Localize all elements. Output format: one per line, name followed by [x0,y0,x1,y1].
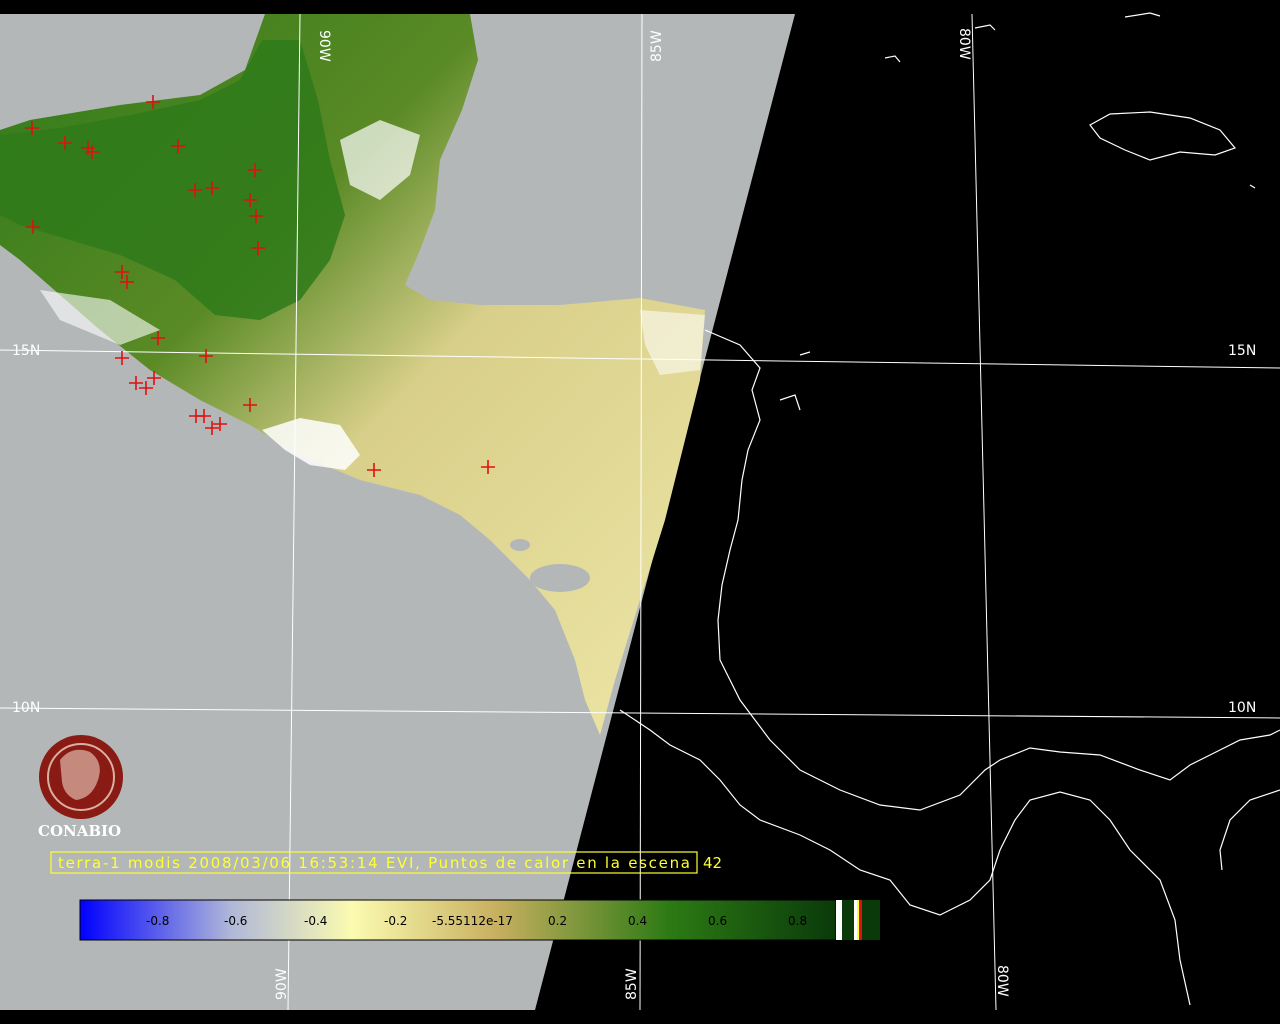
colorbar: -0.8 -0.6 -0.4 -0.2 -5.55112e-17 0.2 0.4 0.6 0.8 [79,899,880,941]
colorbar-white-end [836,900,842,940]
lat-label-15n-right: 15N [1228,343,1256,359]
colorbar-tick-label: -5.55112e-17 [432,914,513,928]
lat-label-10n-right: 10N [1228,700,1256,716]
lon-label-85w-top: 85W [649,30,665,62]
colorbar-dark-end [842,900,854,940]
colorbar-tick-label: 0.8 [788,914,807,928]
colorbar-ticks: -0.8 -0.6 -0.4 -0.2 -5.55112e-17 0.2 0.4 0.6 0.8 [146,914,807,928]
colorbar-white-stripe [854,900,857,940]
colorbar-tick-label: -0.8 [146,914,169,928]
colorbar-tick-label: -0.4 [304,914,327,928]
lake-managua [510,539,530,551]
colorbar-tick-label: 0.4 [628,914,647,928]
lat-label-15n-left: 15N [12,343,40,359]
colorbar-end-block [862,900,880,940]
colorbar-tick-label: -0.2 [384,914,407,928]
lat-label-10n-left: 10N [12,700,40,716]
colorbar-tick-label: 0.2 [548,914,567,928]
colorbar-red-stripe [859,900,862,940]
caption-text: terra-1 modis 2008/03/06 16:53:14 EVI, P… [58,854,690,872]
hotspot-count: 42 [703,854,722,872]
colorbar-yellow-stripe [857,900,859,940]
colorbar-tick-label: 0.6 [708,914,727,928]
lake-nicaragua [530,564,590,592]
lon-label-90w-bottom: 90W [274,968,290,1000]
colorbar-tick-label: -0.6 [224,914,247,928]
lon-label-80w-top: 80W [956,28,972,60]
lon-label-90w-top: 90W [316,30,332,62]
lon-label-80w-bottom: 80W [994,965,1010,997]
evi-map: 15N 15N 10N 10N 90W 85W 80W 90W 85W 80W … [0,0,1280,1024]
conabio-logo: CONABIO [38,735,123,840]
conabio-logo-text: CONABIO [38,822,121,840]
lon-label-85w-bottom: 85W [624,968,640,1000]
